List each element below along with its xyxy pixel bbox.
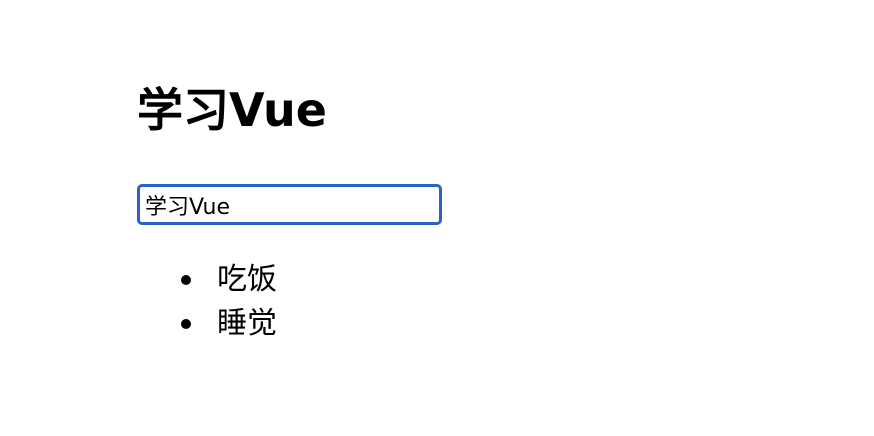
page-title: 学习Vue [137,83,327,137]
bullet-icon [181,319,191,329]
todo-input[interactable] [140,187,439,222]
todo-list: 吃饭 睡觉 [137,258,277,346]
list-item-label: 吃饭 [217,262,277,297]
list-item: 吃饭 [137,258,277,302]
bullet-icon [181,275,191,285]
todo-input-container [137,184,442,225]
list-item: 睡觉 [137,302,277,346]
list-item-label: 睡觉 [217,306,277,341]
